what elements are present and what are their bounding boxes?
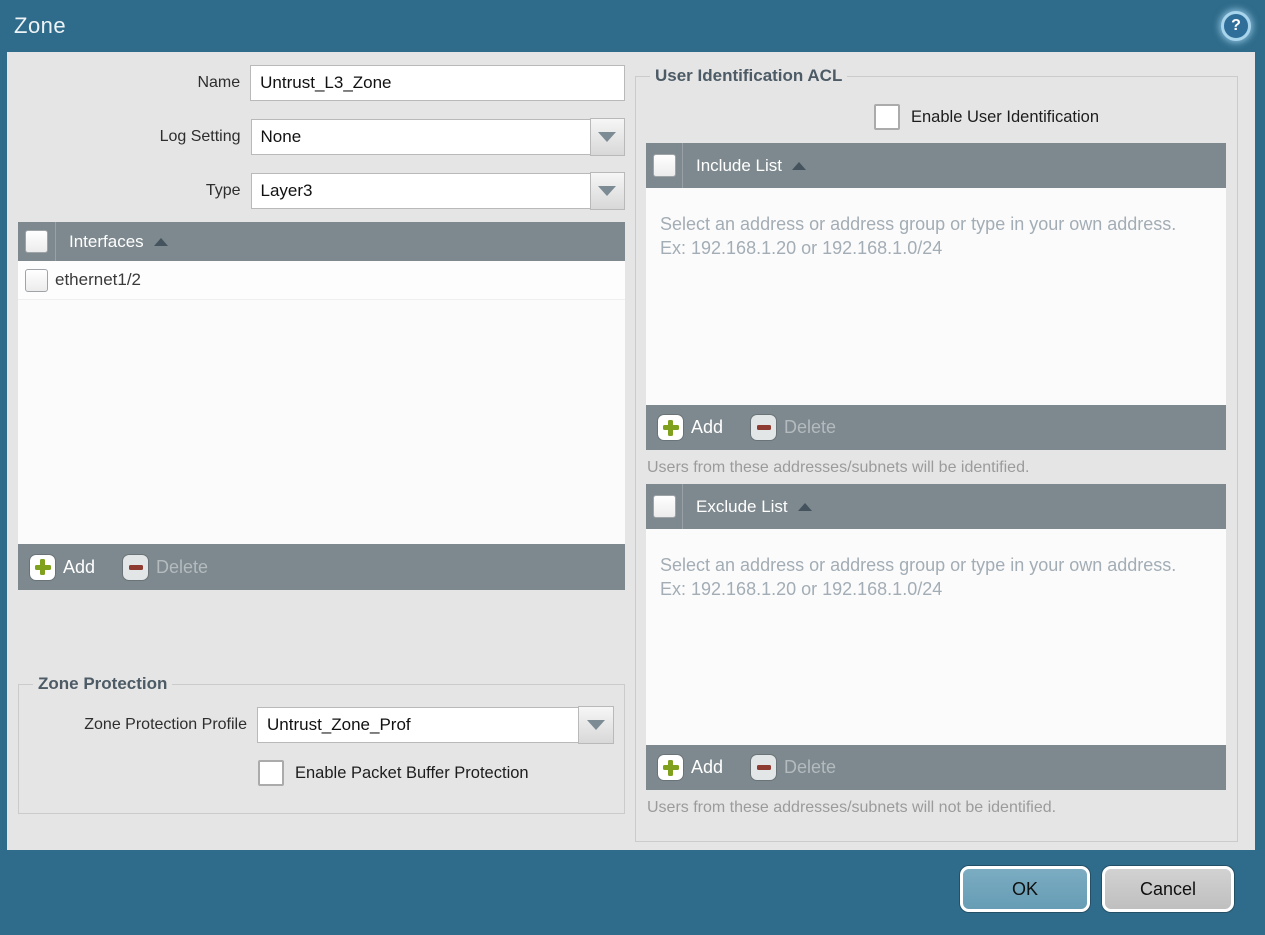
name-row: Name xyxy=(18,64,625,102)
zone-protection-group: Zone Protection Zone Protection Profile … xyxy=(18,674,625,814)
delete-label: Delete xyxy=(784,417,837,437)
add-label: Add xyxy=(63,556,96,577)
ok-button-label: OK xyxy=(1011,878,1038,899)
type-label: Type xyxy=(205,182,241,199)
exclude-select-all-cell xyxy=(646,484,683,529)
minus-icon xyxy=(123,554,149,580)
packet-buffer-protection-label: Enable Packet Buffer Protection xyxy=(295,763,529,782)
chevron-down-icon xyxy=(598,186,617,196)
zone-protection-profile-dropdown-button[interactable] xyxy=(578,706,614,744)
help-icon[interactable]: ? xyxy=(1221,11,1251,41)
interface-row-checkbox-cell xyxy=(18,261,55,299)
include-add-button[interactable]: Add xyxy=(658,415,723,440)
interfaces-select-all-cell xyxy=(18,222,56,261)
zone-protection-profile-label: Zone Protection Profile xyxy=(84,716,247,733)
enable-user-identification-label: Enable User Identification xyxy=(911,107,1100,126)
log-setting-input[interactable] xyxy=(250,119,591,155)
sort-ascending-icon[interactable] xyxy=(797,502,812,511)
interface-name: ethernet1/2 xyxy=(55,270,142,289)
exclude-list-panel: Exclude List Select an address or addres… xyxy=(646,484,1226,790)
exclude-list-header: Exclude List xyxy=(646,484,1226,529)
cancel-button-label: Cancel xyxy=(1139,878,1197,899)
zone-protection-profile-input[interactable] xyxy=(257,707,579,743)
type-input[interactable] xyxy=(250,173,591,209)
table-row[interactable]: ethernet1/2 xyxy=(18,261,625,300)
enable-user-identification-checkbox[interactable] xyxy=(874,104,900,130)
interface-row-checkbox[interactable] xyxy=(25,268,48,292)
plus-icon xyxy=(658,415,683,440)
interfaces-select-all-checkbox[interactable] xyxy=(25,230,48,253)
packet-buffer-protection-row: Enable Packet Buffer Protection xyxy=(258,760,614,786)
include-list-placeholder: Select an address or address group or ty… xyxy=(660,214,1177,259)
sort-ascending-icon[interactable] xyxy=(792,161,806,170)
enable-user-identification-row: Enable User Identification xyxy=(874,104,1227,130)
log-setting-dropdown-button[interactable] xyxy=(589,118,625,156)
exclude-delete-button[interactable]: Delete xyxy=(751,755,836,780)
plus-icon xyxy=(30,554,55,580)
zone-protection-legend: Zone Protection xyxy=(38,674,168,693)
log-setting-row: Log Setting xyxy=(18,118,625,156)
page-title: Zone xyxy=(14,13,67,38)
sort-ascending-icon[interactable] xyxy=(153,237,168,246)
delete-label: Delete xyxy=(156,556,209,577)
include-list-header: Include List xyxy=(646,143,1226,188)
interfaces-table: Interfaces ethernet1/2 Add Delete xyxy=(18,222,625,590)
chevron-down-icon xyxy=(587,720,605,730)
exclude-list-header-label: Exclude List xyxy=(696,496,788,516)
interfaces-header-label: Interfaces xyxy=(69,231,144,251)
delete-interface-button[interactable]: Delete xyxy=(123,554,209,580)
add-label: Add xyxy=(691,757,724,777)
plus-icon xyxy=(658,755,683,780)
include-select-all-checkbox[interactable] xyxy=(652,154,676,177)
zone-dialog: Zone ? Name Log Setting Type xyxy=(0,0,1265,935)
dialog-body: Name Log Setting Type xyxy=(7,52,1255,850)
exclude-list-caption: Users from these addresses/subnets will … xyxy=(647,799,1057,816)
ok-button[interactable]: OK xyxy=(960,866,1090,912)
cancel-button[interactable]: Cancel xyxy=(1102,866,1234,912)
name-label: Name xyxy=(197,74,241,91)
exclude-select-all-checkbox[interactable] xyxy=(652,495,676,518)
exclude-list-body[interactable]: Select an address or address group or ty… xyxy=(646,529,1226,745)
include-list-header-label: Include List xyxy=(696,155,782,175)
exclude-add-button[interactable]: Add xyxy=(658,755,723,780)
type-row: Type xyxy=(18,172,625,210)
include-delete-button[interactable]: Delete xyxy=(751,415,836,440)
add-interface-button[interactable]: Add xyxy=(30,554,96,580)
zone-form: Name Log Setting Type xyxy=(18,64,625,226)
name-input[interactable] xyxy=(250,65,625,101)
exclude-list-footer: Add Delete xyxy=(646,745,1226,790)
titlebar: Zone ? xyxy=(0,0,1265,52)
include-select-all-cell xyxy=(646,143,683,188)
include-list-caption: Users from these addresses/subnets will … xyxy=(647,459,1030,476)
type-dropdown-button[interactable] xyxy=(589,172,625,210)
include-list-panel: Include List Select an address or addres… xyxy=(646,143,1226,450)
user-identification-group: User Identification ACL Enable User Iden… xyxy=(635,66,1238,842)
packet-buffer-protection-checkbox[interactable] xyxy=(258,760,284,786)
add-label: Add xyxy=(691,417,724,437)
log-setting-label: Log Setting xyxy=(159,128,241,145)
interfaces-header: Interfaces xyxy=(18,222,625,261)
delete-label: Delete xyxy=(784,757,837,777)
exclude-list-placeholder: Select an address or address group or ty… xyxy=(660,555,1177,600)
chevron-down-icon xyxy=(598,132,617,142)
include-list-body[interactable]: Select an address or address group or ty… xyxy=(646,188,1226,405)
minus-icon xyxy=(751,415,777,440)
minus-icon xyxy=(751,755,777,780)
interfaces-body: ethernet1/2 xyxy=(18,261,625,544)
zone-protection-profile-row: Zone Protection Profile xyxy=(29,706,614,744)
user-identification-legend: User Identification ACL xyxy=(655,66,843,85)
interfaces-footer: Add Delete xyxy=(18,544,625,590)
include-list-footer: Add Delete xyxy=(646,405,1226,450)
